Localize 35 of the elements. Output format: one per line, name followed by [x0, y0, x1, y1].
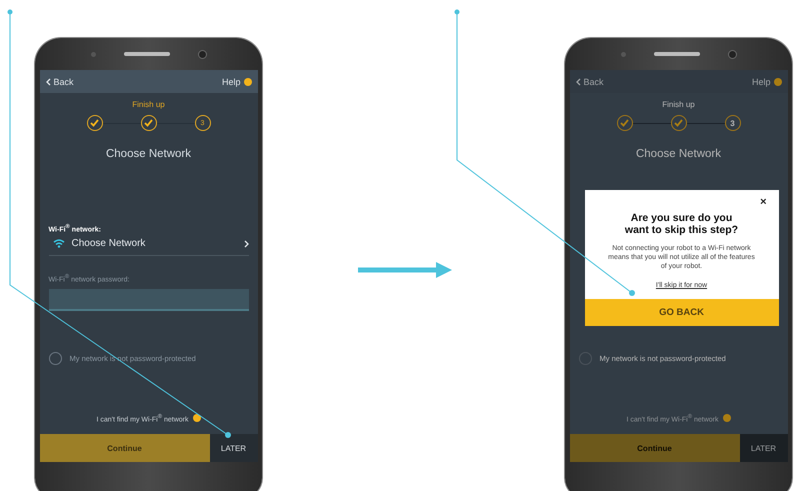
- camera-icon: [728, 50, 736, 58]
- close-button[interactable]: ×: [760, 196, 766, 208]
- later-button[interactable]: LATER: [210, 434, 258, 462]
- info-icon: [192, 414, 200, 422]
- chevron-left-icon: [46, 78, 50, 86]
- arrow-icon: [358, 262, 452, 278]
- network-value: Choose Network: [72, 238, 146, 250]
- network-selector[interactable]: Choose Network: [48, 233, 248, 256]
- radio-button[interactable]: [578, 352, 592, 365]
- back-button[interactable]: Back: [576, 76, 604, 86]
- step-title: Finish up: [661, 100, 696, 109]
- sensor-icon: [620, 52, 626, 56]
- camera-icon: [198, 50, 206, 58]
- wifi-icon: [52, 239, 64, 248]
- sensor-icon: [90, 52, 96, 56]
- help-icon: [244, 78, 252, 86]
- help-button[interactable]: Help: [752, 76, 782, 86]
- help-button[interactable]: Help: [222, 76, 252, 86]
- later-button[interactable]: LATER: [740, 434, 788, 462]
- chevron-right-icon: [244, 240, 248, 248]
- speaker-icon: [124, 52, 170, 56]
- password-field[interactable]: [48, 288, 248, 311]
- back-button[interactable]: Back: [46, 76, 74, 86]
- dialog-title: Are you sure do you want to skip this step?: [624, 212, 740, 236]
- go-back-button[interactable]: GO BACK: [584, 299, 778, 326]
- radio-button[interactable]: [48, 352, 62, 365]
- screen-title: Choose Network: [634, 148, 722, 160]
- continue-button[interactable]: Continue: [40, 434, 210, 462]
- step-title: Finish up: [131, 100, 166, 109]
- step-indicator: 3: [724, 115, 740, 131]
- screen-title: Choose Network: [104, 148, 192, 160]
- speaker-icon: [654, 52, 700, 56]
- info-icon: [722, 414, 730, 422]
- help-icon: [774, 78, 782, 86]
- chevron-left-icon: [576, 78, 580, 86]
